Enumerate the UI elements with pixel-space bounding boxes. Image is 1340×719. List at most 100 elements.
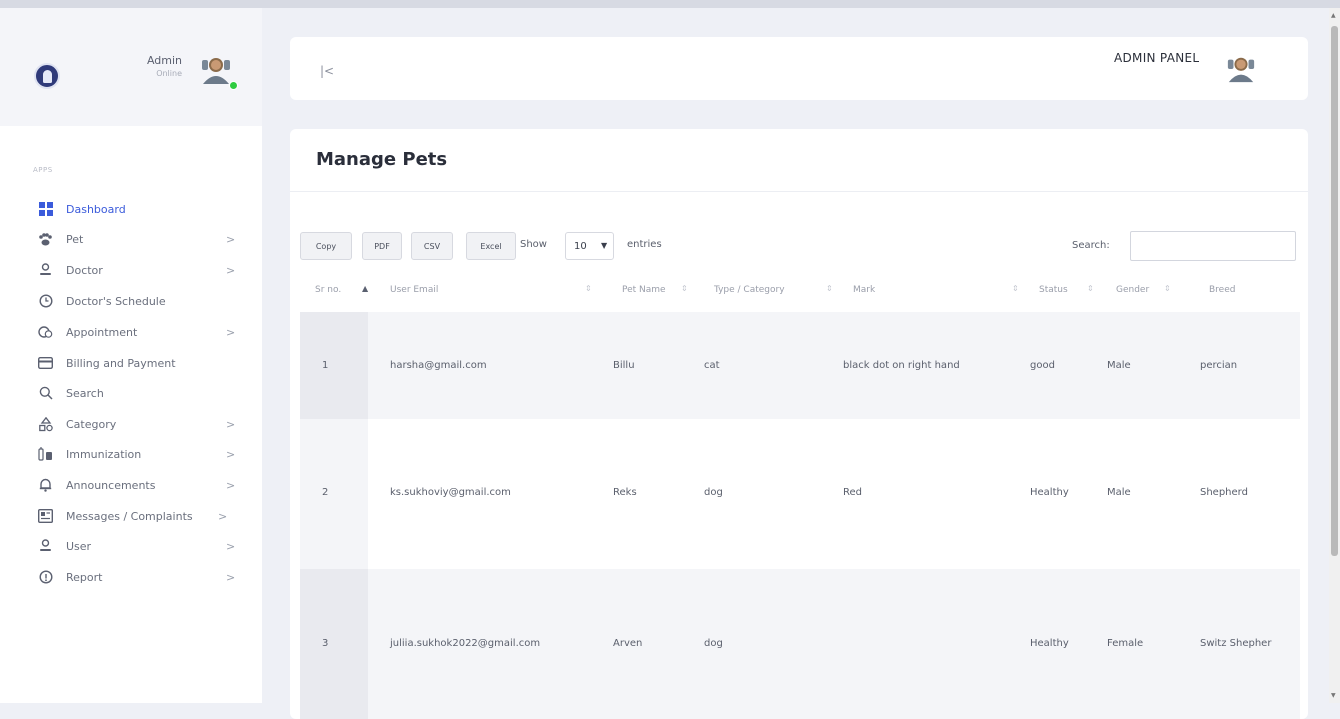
window-top-strip [0,0,1340,8]
sidebar-item-search[interactable]: Search [0,380,262,406]
sidebar-item-label: Billing and Payment [66,356,176,370]
sidebar-user-info: Admin Online [147,54,182,80]
cell-gender: Female [1107,638,1144,649]
search-input[interactable] [1130,231,1296,261]
copy-button[interactable]: Copy [300,232,352,260]
column-header-user-email[interactable]: User Email [390,285,438,295]
sort-icon[interactable]: ⇕ [1087,284,1094,293]
cell-gender: Male [1107,487,1131,498]
scrollbar-thumb[interactable] [1331,26,1338,556]
online-indicator [229,81,238,90]
table-row[interactable]: 3 juliia.sukhok2022@gmail.com Arven dog … [300,569,1300,719]
csv-button[interactable]: CSV [411,232,453,260]
show-label: Show [520,239,547,250]
sidebar-item-label: Pet [66,232,84,246]
top-header: |< ADMIN PANEL [290,37,1308,100]
divider [290,191,1308,192]
sidebar-item-report[interactable]: Report > [0,564,262,590]
sidebar-item-announcements[interactable]: Announcements > [0,472,262,498]
entries-label: entries [627,239,662,250]
chevron-right-icon: > [226,325,236,339]
column-header-type-category[interactable]: Type / Category [714,285,785,295]
avatar[interactable] [1226,53,1256,83]
sidebar-item-category[interactable]: Category > [0,411,262,437]
column-header-sr-no[interactable]: Sr no. [315,285,341,295]
vertical-scrollbar[interactable]: ▲ ▼ [1329,8,1340,703]
cell-status: good [1030,360,1055,371]
dashboard-icon [38,202,53,217]
sidebar-item-doctor[interactable]: Doctor > [0,257,262,283]
sidebar-item-label: Appointment [66,325,138,339]
avatar[interactable] [200,54,232,84]
main-content-card: Manage Pets Copy PDF CSV Excel Show 10 ▼… [290,129,1308,719]
appointment-icon [38,325,53,340]
sort-ascending-icon[interactable]: ▲ [362,284,368,293]
cell-user-email: harsha@gmail.com [390,360,487,371]
cell-user-email: juliia.sukhok2022@gmail.com [390,638,541,649]
page-size-select[interactable]: 10 ▼ [565,232,614,260]
user-icon [38,539,53,554]
sidebar-item-label: Dashboard [66,202,126,216]
sidebar-item-label: Report [66,570,103,584]
bell-icon [38,478,53,493]
cell-status: Healthy [1030,638,1069,649]
sidebar-item-doctors-schedule[interactable]: Doctor's Schedule [0,288,262,314]
cell-user-email: ks.sukhoviy@gmail.com [390,487,511,498]
sidebar-item-dashboard[interactable]: Dashboard [0,196,262,222]
cell-pet-name: Arven [613,638,643,649]
cell-pet-name: Billu [613,360,635,371]
cell-pet-name: Reks [613,487,637,498]
sort-icon[interactable]: ⇕ [1012,284,1019,293]
scroll-down-icon[interactable]: ▼ [1331,692,1336,699]
table-row[interactable]: 1 harsha@gmail.com Billu cat black dot o… [300,312,1300,419]
chevron-right-icon: > [226,447,236,461]
cell-type-category: dog [704,638,723,649]
column-header-status[interactable]: Status [1039,285,1068,295]
sidebar-item-label: Messages / Complaints [66,509,193,523]
app-logo[interactable] [34,63,60,89]
sidebar-item-messages-complaints[interactable]: Messages / Complaints > [0,503,262,529]
search-icon [38,386,53,401]
row-number-cell [300,419,368,569]
search-label: Search: [1072,240,1110,251]
column-header-breed[interactable]: Breed [1209,285,1235,295]
sidebar-item-label: Category [66,417,117,431]
chevron-right-icon: > [226,263,236,277]
sidebar-item-label: Doctor's Schedule [66,294,166,308]
cell-sr-no: 1 [322,360,329,371]
category-icon [38,416,53,432]
sidebar-item-user[interactable]: User > [0,533,262,559]
pdf-button[interactable]: PDF [362,232,402,260]
page-size-value: 10 [574,241,587,252]
sidebar-section-label: APPS [33,166,53,174]
row-number-cell [300,569,368,719]
column-header-gender[interactable]: Gender [1116,285,1149,295]
messages-icon [38,509,53,524]
table-row[interactable]: 2 ks.sukhoviy@gmail.com Reks dog Red Hea… [300,419,1300,569]
excel-button[interactable]: Excel [466,232,516,260]
scroll-up-icon[interactable]: ▲ [1331,12,1336,19]
sort-icon[interactable]: ⇕ [1164,284,1171,293]
collapse-sidebar-icon[interactable]: |< [320,64,334,78]
sidebar-item-billing-and-payment[interactable]: Billing and Payment [0,350,262,376]
cell-mark: black dot on right hand [843,360,960,371]
page-title: Manage Pets [316,149,448,170]
sort-icon[interactable]: ⇕ [826,284,833,293]
column-header-mark[interactable]: Mark [853,285,875,295]
cell-type-category: dog [704,487,723,498]
chevron-right-icon: > [226,232,236,246]
sidebar-item-appointment[interactable]: Appointment > [0,319,262,345]
sidebar-item-pet[interactable]: Pet > [0,226,262,252]
sidebar-item-immunization[interactable]: Immunization > [0,441,262,467]
sort-icon[interactable]: ⇕ [585,284,592,293]
cell-sr-no: 3 [322,638,329,649]
cell-breed: Shepherd [1200,487,1248,498]
row-number-cell [300,312,368,419]
sidebar-item-label: Immunization [66,447,142,461]
chevron-right-icon: > [226,539,236,553]
sort-icon[interactable]: ⇕ [681,284,688,293]
column-header-pet-name[interactable]: Pet Name [622,285,666,295]
cell-mark: Red [843,487,862,498]
card-icon [38,356,53,371]
chevron-right-icon: > [226,417,236,431]
